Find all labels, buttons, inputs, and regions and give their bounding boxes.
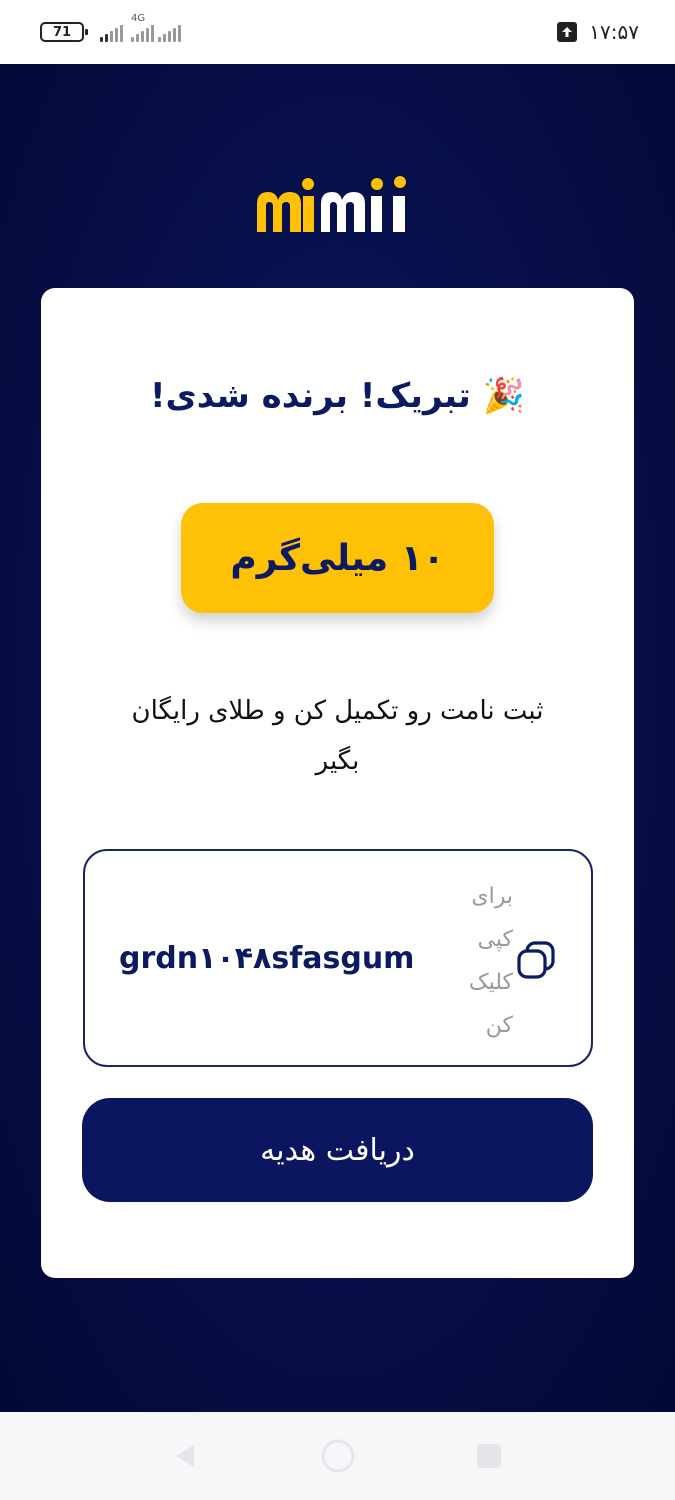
system-nav-bar [0,1412,675,1500]
mobile-signal-icon: 4G [131,13,181,42]
prize-amount: ۱۰ میلی‌گرم [230,537,445,579]
home-icon[interactable] [312,1412,364,1500]
brand-logo [0,170,675,240]
status-indicators: 71 4G [40,13,181,42]
instruction-text: ثبت نامت رو تکمیل کن و طلای رایگان بگیر [91,686,584,786]
prize-amount-badge: ۱۰ میلی‌گرم [181,503,494,613]
battery-icon: 71 [40,22,88,42]
party-popper-icon: 🎉 [482,376,525,416]
upload-icon [557,22,578,42]
miili-logo-icon [256,176,406,232]
get-gift-button[interactable]: دریافت هدیه [82,1098,593,1202]
clock: ۱۷:۵۷ [589,20,639,44]
prize-card: 🎉 تبریک! برنده شدی! ۱۰ میلی‌گرم ثبت نامت… [41,288,634,1278]
gift-code[interactable]: grdn۱۰۴۸sfasgum [119,851,414,1065]
copy-hint-line: کن [485,1013,513,1038]
copy-hint-line: برای [471,884,513,909]
copy-hint: برای کپی کلیک کن [437,875,513,1047]
title-text: تبریک! برنده شدی! [150,376,471,416]
status-right: ۱۷:۵۷ [557,20,639,44]
status-bar: 71 4G ۱۷:۵۷ [0,0,675,64]
signal-icon [100,22,123,42]
page-title: 🎉 تبریک! برنده شدی! [41,376,634,416]
gift-code-box[interactable]: grdn۱۰۴۸sfasgum برای کپی کلیک کن [83,849,593,1067]
instruction-line-1: ثبت نامت رو تکمیل کن و طلای رایگان [131,696,544,726]
copy-hint-line: کلیک [468,970,513,995]
network-type: 4G [131,13,146,24]
instruction-line-2: بگیر [315,746,360,776]
copy-hint-line: کپی [477,927,513,952]
recent-apps-icon[interactable] [464,1412,514,1500]
battery-level: 71 [52,24,72,40]
back-icon[interactable] [160,1412,210,1500]
copy-icon[interactable] [515,939,557,981]
